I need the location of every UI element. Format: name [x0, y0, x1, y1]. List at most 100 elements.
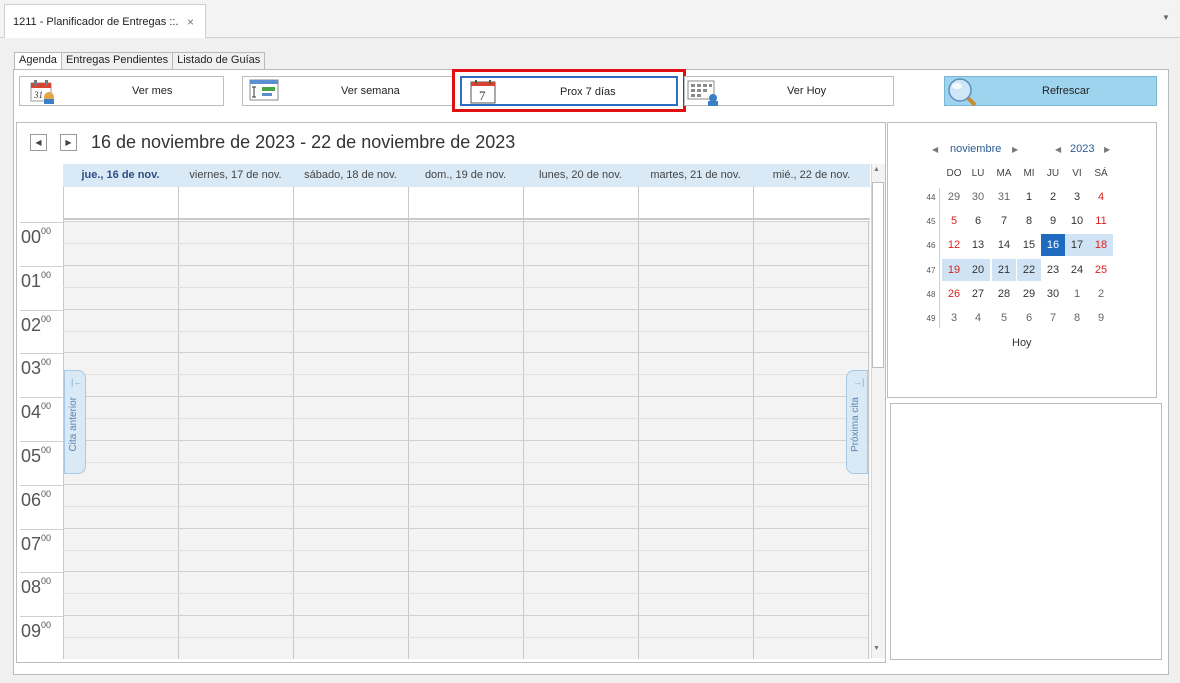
close-icon[interactable]: ×: [187, 15, 194, 29]
calendar-day[interactable]: 25: [1089, 259, 1113, 281]
tab-agenda[interactable]: Agenda: [14, 52, 62, 69]
calendar-day[interactable]: 29: [1017, 283, 1041, 305]
tab-entregas-pendientes[interactable]: Entregas Pendientes: [60, 52, 174, 69]
previous-period-button[interactable]: ◀: [30, 134, 47, 151]
time-label-00: 0000: [21, 226, 51, 248]
arrow-right-icon: →|: [853, 377, 865, 387]
chevron-down-icon[interactable]: ▼: [1162, 13, 1170, 22]
hour-gridline: [63, 396, 870, 398]
calendar-day[interactable]: 6: [1017, 307, 1041, 329]
time-label-06: 0600: [21, 489, 51, 511]
ver-hoy-button[interactable]: Ver Hoy: [684, 76, 894, 106]
calendar-day[interactable]: 23: [1041, 259, 1065, 281]
calendar-day[interactable]: 3: [942, 307, 966, 329]
time-grid[interactable]: [63, 221, 870, 659]
calendar-day[interactable]: 29: [942, 186, 966, 208]
calendar-day[interactable]: 12: [942, 234, 966, 256]
refrescar-button[interactable]: Refrescar: [944, 76, 1157, 107]
calendar-day[interactable]: 10: [1065, 210, 1089, 232]
proxima-cita-button[interactable]: →| Próxima cita: [846, 370, 868, 474]
day-header-jue-16[interactable]: jue., 16 de nov.: [63, 164, 178, 187]
calendar-day[interactable]: 8: [1065, 307, 1089, 329]
ver-mes-button[interactable]: 31 Ver mes: [19, 76, 224, 106]
calendar-day[interactable]: 5: [992, 307, 1016, 329]
day-header-vie-17[interactable]: viernes, 17 de nov.: [178, 164, 293, 187]
allday-divider: [753, 187, 754, 221]
year-label[interactable]: 2023: [1070, 143, 1094, 155]
scroll-up-icon[interactable]: ▲: [873, 166, 880, 173]
week-number-divider: [939, 188, 940, 328]
calendar-day[interactable]: 14: [992, 234, 1016, 256]
calendar-day[interactable]: 26: [942, 283, 966, 305]
time-separator: [20, 441, 63, 442]
prev-month-icon[interactable]: ◀: [932, 145, 938, 154]
calendar-day[interactable]: 18: [1089, 234, 1113, 257]
day-header-row: jue., 16 de nov. viernes, 17 de nov. sáb…: [63, 164, 870, 187]
hoy-link[interactable]: Hoy: [1012, 337, 1032, 349]
half-hour-gridline: [63, 549, 870, 551]
calendar-day[interactable]: 31: [992, 186, 1016, 208]
calendar-day[interactable]: 28: [992, 283, 1016, 305]
calendar-day[interactable]: 17: [1065, 234, 1089, 257]
calendar-day[interactable]: 2: [1089, 283, 1113, 305]
day-header-dom-19[interactable]: dom., 19 de nov.: [408, 164, 523, 187]
half-hour-gridline: [63, 286, 870, 288]
ver-mes-label: Ver mes: [132, 85, 173, 97]
calendar-day[interactable]: 21: [992, 258, 1016, 281]
calendar-day[interactable]: 3: [1065, 186, 1089, 208]
allday-divider: [523, 187, 524, 221]
next-period-button[interactable]: ▶: [60, 134, 77, 151]
calendar-day[interactable]: 16: [1041, 234, 1065, 257]
day-header-sab-18[interactable]: sábado, 18 de nov.: [293, 164, 408, 187]
calendar-day[interactable]: 27: [966, 283, 990, 305]
tab-listado-guias[interactable]: Listado de Guías: [172, 52, 266, 69]
calendar-day[interactable]: 4: [966, 307, 990, 329]
weekday-do: DO: [946, 168, 962, 179]
time-label-04: 0400: [21, 401, 51, 423]
calendar-day[interactable]: 20: [966, 258, 990, 281]
calendar-day[interactable]: 24: [1065, 259, 1089, 281]
calendar-day[interactable]: 9: [1089, 307, 1113, 329]
calendar-day[interactable]: 2: [1041, 186, 1065, 208]
calendar-day[interactable]: 22: [1017, 258, 1041, 281]
day-header-mie-22[interactable]: mié., 22 de nov.: [753, 164, 870, 187]
ver-semana-button[interactable]: Ver semana: [242, 76, 455, 106]
allday-divider: [638, 187, 639, 221]
next-month-icon[interactable]: ▶: [1012, 145, 1018, 154]
calendar-day[interactable]: 4: [1089, 186, 1113, 208]
cita-anterior-button[interactable]: |← Cita anterior: [64, 370, 86, 474]
calendar-day[interactable]: 15: [1017, 234, 1041, 256]
half-hour-gridline: [63, 418, 870, 420]
calendar-day[interactable]: 6: [966, 210, 990, 232]
calendar-day[interactable]: 13: [966, 234, 990, 256]
day-header-lun-20[interactable]: lunes, 20 de nov.: [523, 164, 638, 187]
month-label[interactable]: noviembre: [950, 143, 1001, 155]
calendar-day[interactable]: 1: [1017, 186, 1041, 208]
calendar-day[interactable]: 30: [1041, 283, 1065, 305]
time-separator: [20, 484, 63, 486]
calendar-day[interactable]: 11: [1089, 210, 1113, 232]
week-number: 46: [926, 241, 936, 251]
calendar-day[interactable]: 9: [1041, 210, 1065, 232]
prev-year-icon[interactable]: ◀: [1055, 145, 1061, 154]
calendar-day[interactable]: 8: [1017, 210, 1041, 232]
today-calendar-icon: [687, 80, 718, 106]
scroll-down-icon[interactable]: ▼: [873, 645, 880, 652]
calendar-day[interactable]: 5: [942, 210, 966, 232]
calendar-day[interactable]: 19: [942, 258, 966, 281]
time-separator: [20, 616, 63, 618]
day-header-mar-21[interactable]: martes, 21 de nov.: [638, 164, 753, 187]
calendar-day[interactable]: 1: [1065, 283, 1089, 305]
calendar-day[interactable]: 30: [966, 186, 990, 208]
time-separator: [20, 222, 63, 223]
scrollbar-thumb[interactable]: [872, 182, 884, 368]
next-year-icon[interactable]: ▶: [1104, 145, 1110, 154]
calendar-day[interactable]: 7: [992, 210, 1016, 232]
calendar-day[interactable]: 7: [1041, 307, 1065, 329]
half-hour-gridline: [63, 374, 870, 376]
document-tab[interactable]: 1211 - Planificador de Entregas ::. ×: [4, 4, 206, 38]
all-day-row[interactable]: [63, 187, 870, 220]
half-hour-gridline: [63, 505, 870, 507]
ver-semana-label: Ver semana: [341, 85, 400, 97]
time-separator: [20, 397, 63, 399]
